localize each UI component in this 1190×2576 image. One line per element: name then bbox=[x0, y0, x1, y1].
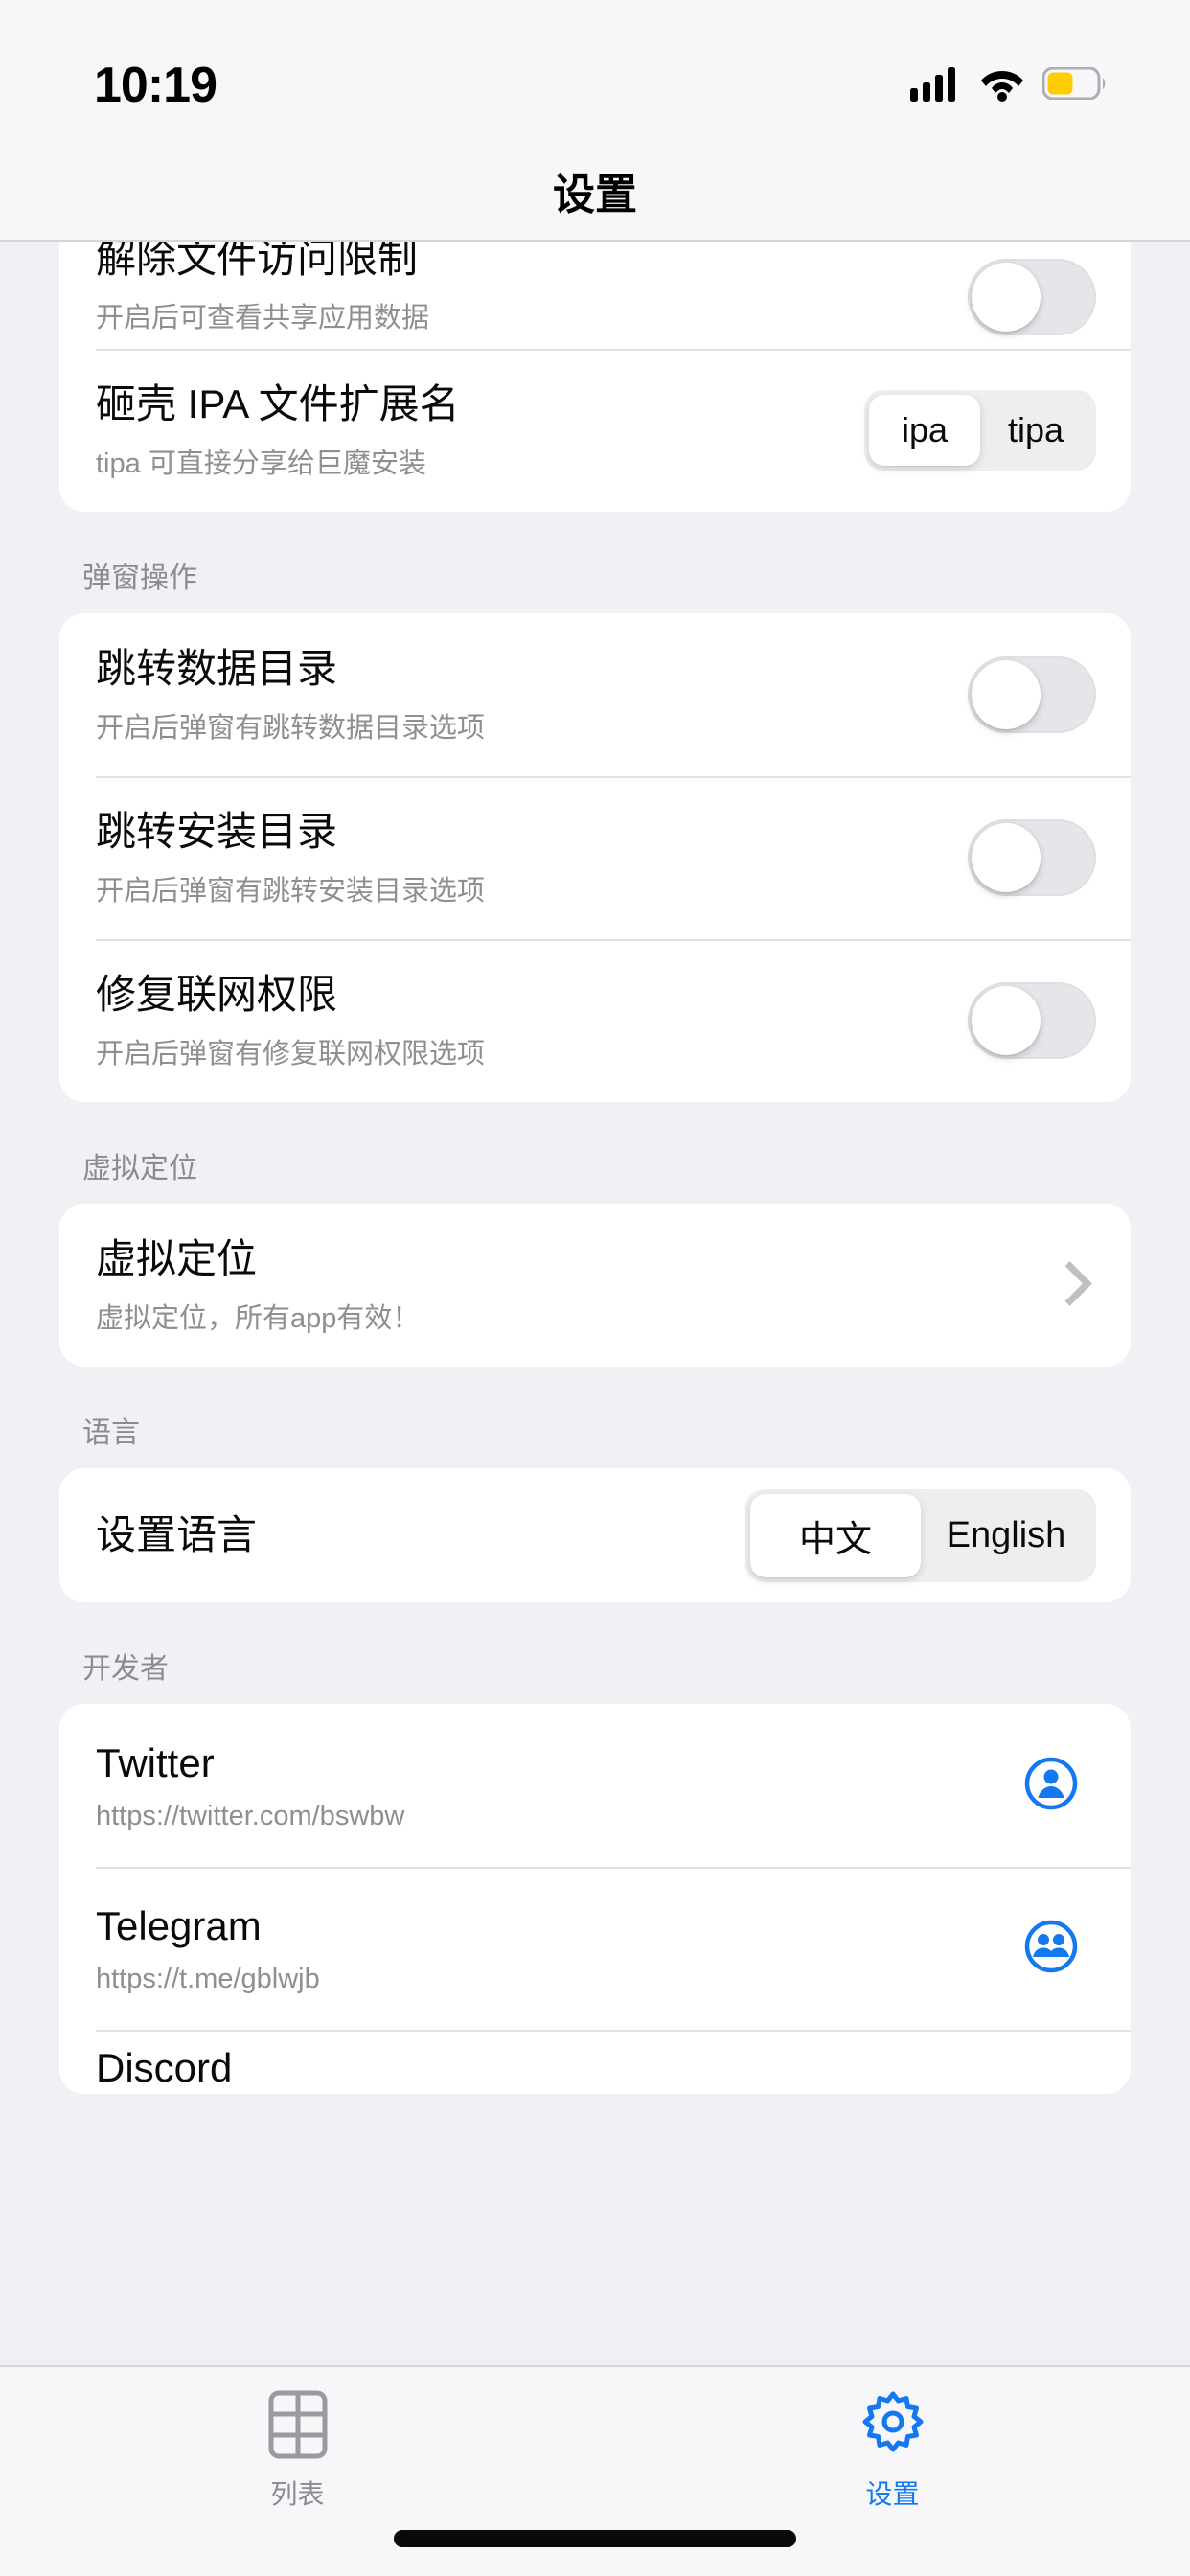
gear-icon bbox=[858, 2390, 927, 2464]
row-set-language[interactable]: 设置语言 中文 English bbox=[59, 1468, 1131, 1602]
settings-group-virtual-location: 虚拟定位 虚拟定位，所有app有效！ bbox=[59, 1204, 1131, 1367]
row-title: 设置语言 bbox=[96, 1511, 258, 1557]
segmented-ipa-extension[interactable]: ipa tipa bbox=[864, 390, 1096, 471]
row-text: 跳转数据目录 开启后弹窗有跳转数据目录选项 bbox=[96, 644, 968, 747]
tab-label: 设置 bbox=[865, 2479, 920, 2509]
row-virtual-location[interactable]: 虚拟定位 虚拟定位，所有app有效！ bbox=[59, 1204, 1131, 1367]
toggle-jump-install-directory[interactable] bbox=[968, 819, 1096, 896]
segmented-language[interactable]: 中文 English bbox=[745, 1488, 1096, 1582]
row-title: 砸壳 IPA 文件扩展名 bbox=[96, 380, 460, 426]
row-subtitle: tipa 可直接分享给巨魔安装 bbox=[96, 448, 426, 480]
row-unlock-file-access[interactable]: 解除文件访问限制 开启后可查看共享应用数据 bbox=[59, 242, 1131, 349]
row-text: 解除文件访问限制 开启后可查看共享应用数据 bbox=[96, 242, 968, 336]
people-circle-icon[interactable] bbox=[1023, 1919, 1079, 1979]
row-twitter[interactable]: Twitter https://twitter.com/bswbw bbox=[59, 1704, 1131, 1867]
status-bar: 10:19 bbox=[0, 0, 1190, 142]
settings-group-developer: Twitter https://twitter.com/bswbw Telegr… bbox=[59, 1704, 1131, 2094]
row-title: 跳转数据目录 bbox=[96, 645, 338, 691]
section-header-developer: 开发者 bbox=[82, 1653, 169, 1685]
row-subtitle: 开启后弹窗有修复联网权限选项 bbox=[96, 1039, 486, 1070]
status-bar-indicators bbox=[910, 65, 1108, 106]
settings-group-language: 设置语言 中文 English bbox=[59, 1468, 1131, 1602]
row-text: 砸壳 IPA 文件扩展名 tipa 可直接分享给巨魔安装 bbox=[96, 380, 864, 482]
row-text: Discord bbox=[96, 2030, 1096, 2094]
home-indicator bbox=[394, 2530, 796, 2547]
section-header-language: 语言 bbox=[82, 1417, 140, 1449]
row-jump-install-directory[interactable]: 跳转安装目录 开启后弹窗有跳转安装目录选项 bbox=[59, 776, 1131, 939]
row-text: Telegram https://t.me/gblwjb bbox=[96, 1901, 1023, 1995]
section-header-virtual-location: 虚拟定位 bbox=[82, 1153, 197, 1184]
row-subtitle: https://t.me/gblwjb bbox=[96, 1963, 320, 1994]
tab-label: 列表 bbox=[270, 2479, 325, 2509]
row-title: 修复联网权限 bbox=[96, 971, 338, 1017]
battery-low-power-icon bbox=[1041, 66, 1108, 104]
segment-chinese[interactable]: 中文 bbox=[750, 1493, 921, 1577]
grid-list-icon bbox=[268, 2390, 328, 2464]
segment-ipa[interactable]: ipa bbox=[869, 395, 980, 466]
row-title: 解除文件访问限制 bbox=[96, 242, 419, 281]
row-discord[interactable]: Discord bbox=[59, 2030, 1131, 2094]
segment-english[interactable]: English bbox=[921, 1500, 1091, 1572]
tab-bar: 列表 设置 bbox=[0, 2365, 1190, 2576]
toggle-fix-network-permission[interactable] bbox=[968, 982, 1096, 1059]
toggle-knob bbox=[972, 823, 1041, 892]
row-text: 设置语言 bbox=[96, 1510, 745, 1561]
row-subtitle: 开启后弹窗有跳转数据目录选项 bbox=[96, 713, 486, 745]
settings-scroll-view[interactable]: 解除文件访问限制 开启后可查看共享应用数据 砸壳 IPA 文件扩展名 tipa … bbox=[0, 242, 1190, 2365]
segment-tipa[interactable]: tipa bbox=[980, 395, 1091, 466]
toggle-knob bbox=[972, 660, 1041, 729]
person-circle-icon[interactable] bbox=[1023, 1756, 1079, 1816]
row-text: 跳转安装目录 开启后弹窗有跳转安装目录选项 bbox=[96, 807, 968, 909]
row-fix-network-permission[interactable]: 修复联网权限 开启后弹窗有修复联网权限选项 bbox=[59, 939, 1131, 1102]
row-text: Twitter https://twitter.com/bswbw bbox=[96, 1738, 1023, 1832]
row-text: 修复联网权限 开启后弹窗有修复联网权限选项 bbox=[96, 970, 968, 1072]
phone-screen: 10:19 设置 解除文件访问限制 开启后可查看共享应用数据 砸壳 IPA 文件… bbox=[0, 0, 1190, 2576]
row-subtitle: 开启后可查看共享应用数据 bbox=[96, 303, 430, 334]
row-jump-data-directory[interactable]: 跳转数据目录 开启后弹窗有跳转数据目录选项 bbox=[59, 613, 1131, 776]
cellular-signal-icon bbox=[910, 65, 962, 106]
wifi-icon bbox=[979, 65, 1025, 106]
row-title: Telegram bbox=[96, 1903, 262, 1949]
row-telegram[interactable]: Telegram https://t.me/gblwjb bbox=[59, 1867, 1131, 2030]
row-title: Twitter bbox=[96, 1740, 215, 1786]
toggle-unlock-file-access[interactable] bbox=[968, 259, 1096, 335]
row-subtitle: 开启后弹窗有跳转安装目录选项 bbox=[96, 876, 486, 908]
toggle-jump-data-directory[interactable] bbox=[968, 656, 1096, 733]
status-bar-time: 10:19 bbox=[94, 58, 217, 113]
toggle-knob bbox=[972, 986, 1041, 1055]
chevron-right-icon bbox=[1050, 1256, 1085, 1314]
row-subtitle: 虚拟定位，所有app有效！ bbox=[96, 1303, 421, 1335]
tab-settings[interactable]: 设置 bbox=[749, 2390, 1037, 2512]
row-text: 虚拟定位 虚拟定位，所有app有效！ bbox=[96, 1234, 1050, 1337]
tab-list[interactable]: 列表 bbox=[154, 2390, 442, 2512]
row-title: Discord bbox=[96, 2045, 233, 2090]
settings-group-general: 解除文件访问限制 开启后可查看共享应用数据 砸壳 IPA 文件扩展名 tipa … bbox=[59, 242, 1131, 512]
row-subtitle: https://twitter.com/bswbw bbox=[96, 1800, 405, 1831]
settings-group-popup-actions: 跳转数据目录 开启后弹窗有跳转数据目录选项 跳转安装目录 开启后弹窗有跳转安装目… bbox=[59, 613, 1131, 1102]
toggle-knob bbox=[972, 263, 1041, 332]
row-ipa-file-extension[interactable]: 砸壳 IPA 文件扩展名 tipa 可直接分享给巨魔安装 ipa tipa bbox=[59, 349, 1131, 512]
navigation-bar: 设置 bbox=[0, 142, 1190, 242]
page-title: 设置 bbox=[553, 172, 637, 218]
section-header-popup-actions: 弹窗操作 bbox=[82, 563, 197, 594]
row-title: 虚拟定位 bbox=[96, 1235, 258, 1281]
row-title: 跳转安装目录 bbox=[96, 808, 338, 854]
